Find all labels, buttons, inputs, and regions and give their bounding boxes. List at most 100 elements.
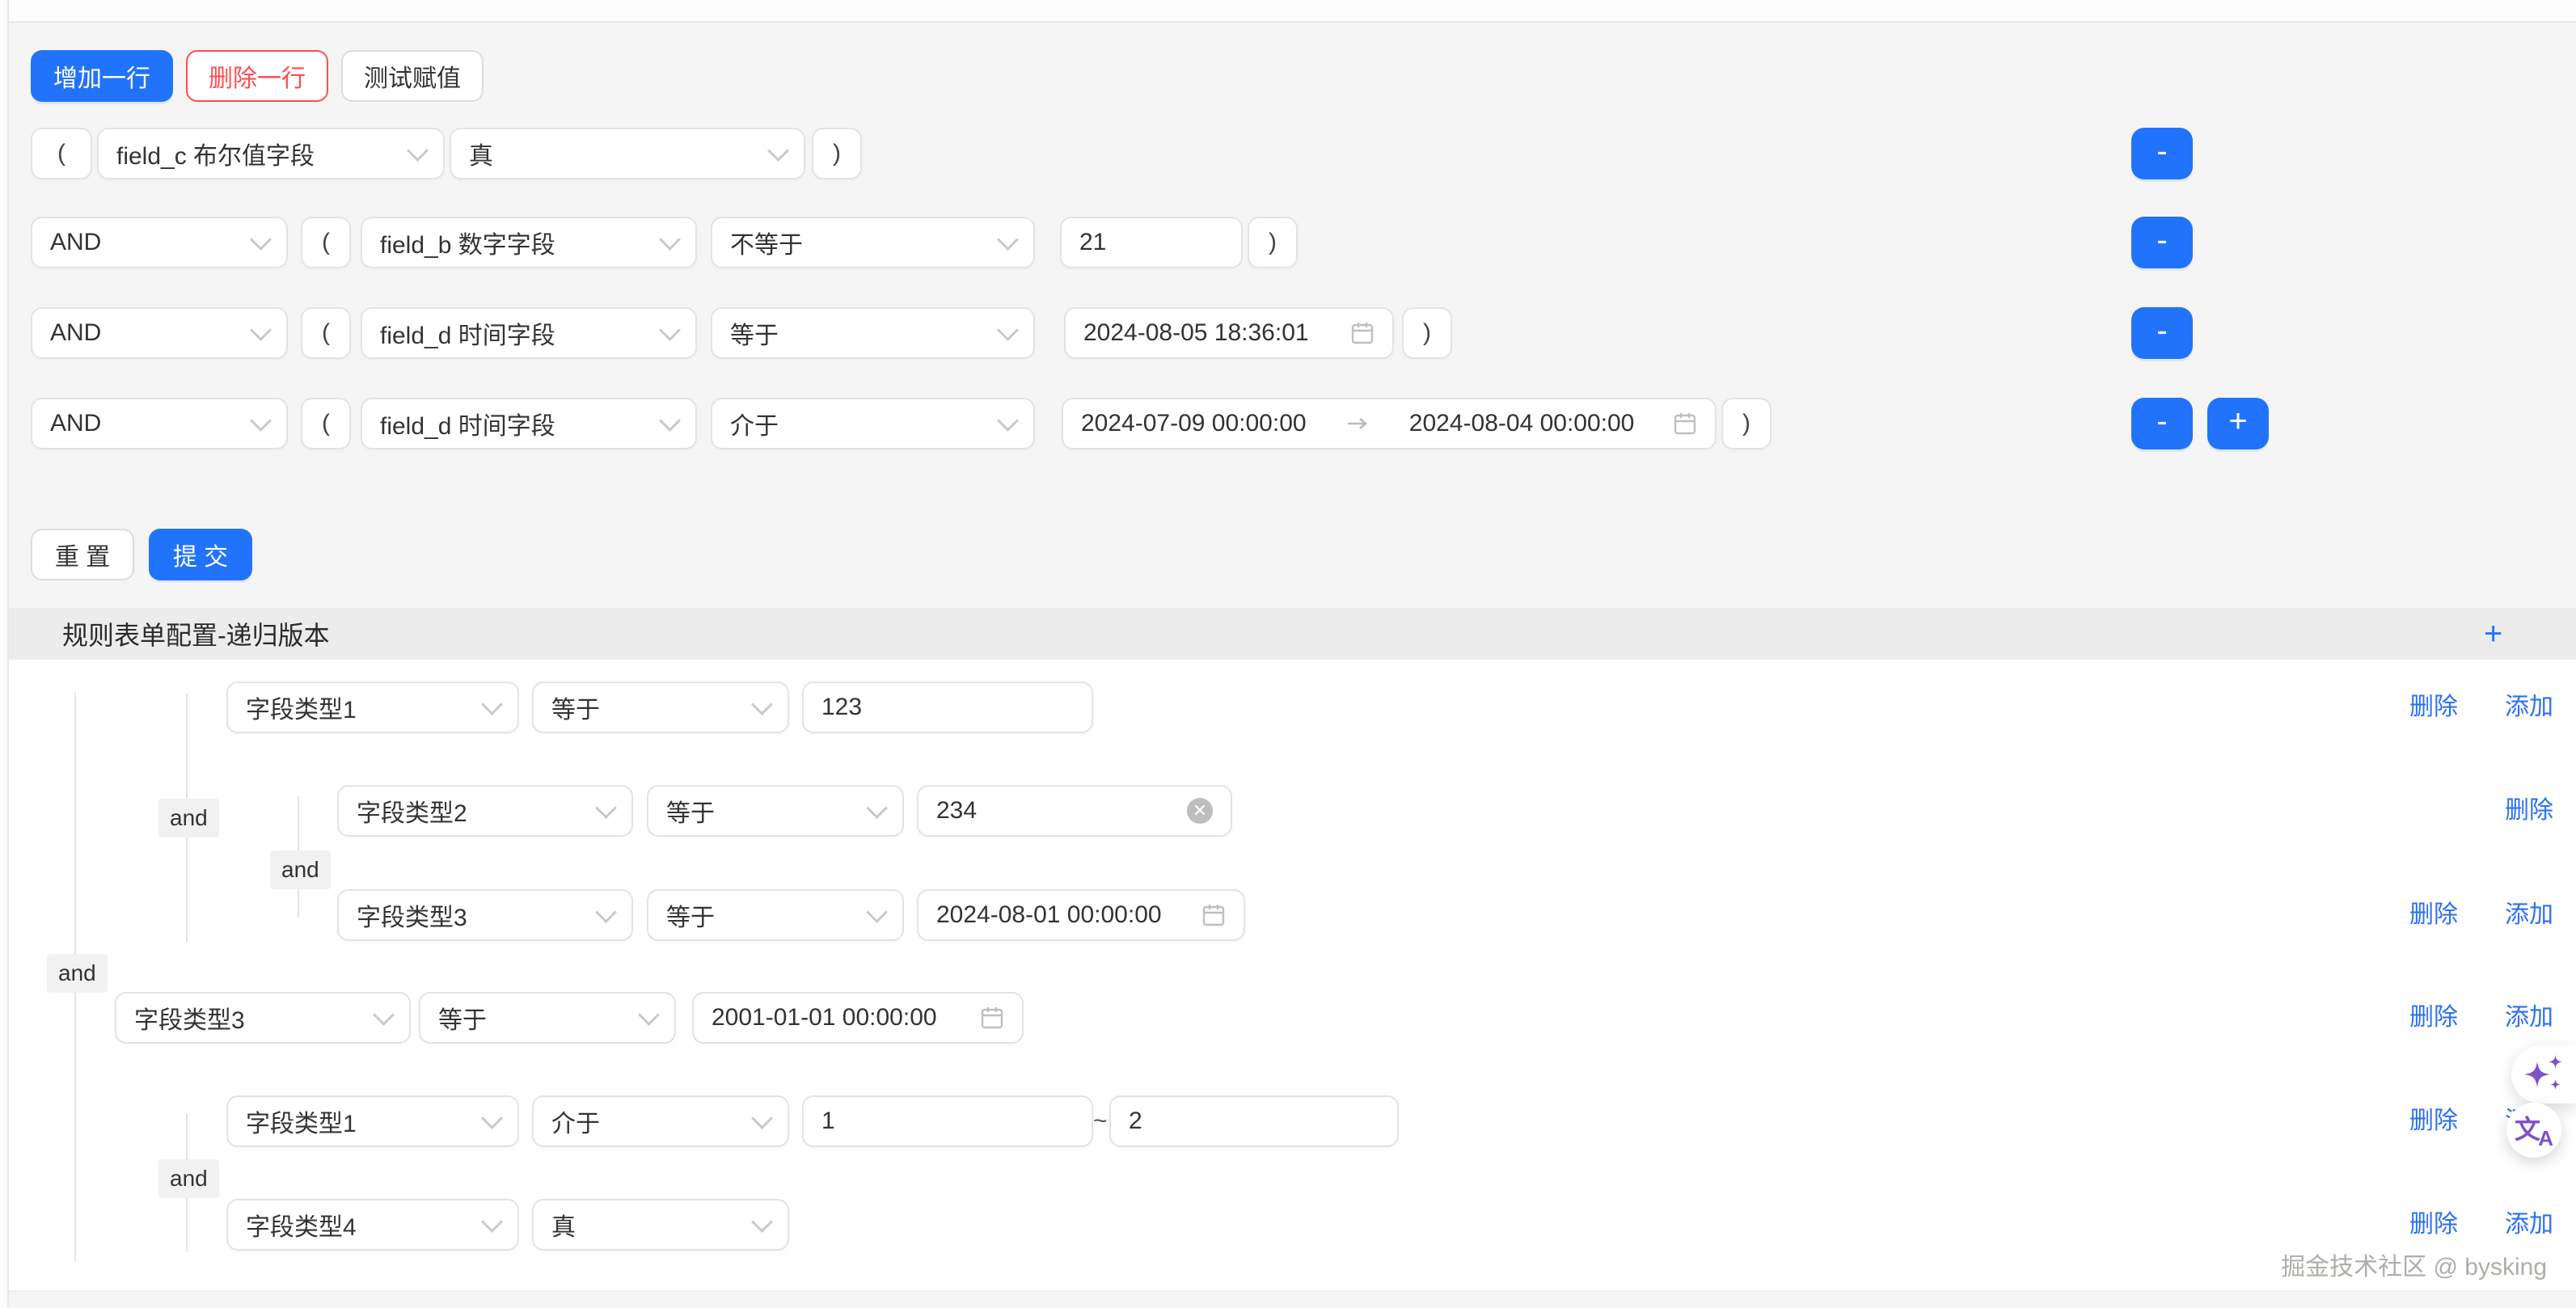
logic-select[interactable]: AND (31, 398, 288, 449)
tree-operator-select[interactable]: 等于 (647, 785, 904, 837)
tree-remove-link[interactable]: 删除 (2409, 889, 2458, 941)
translate-icon: 文 A (2515, 1112, 2553, 1148)
tree-field-select[interactable]: 字段类型1 (226, 1095, 519, 1147)
and-connector-label: and (47, 954, 108, 993)
datetime-picker[interactable]: 2024-08-05 18:36:01 (1064, 307, 1394, 359)
translate-button[interactable]: 文 A (2506, 1103, 2561, 1158)
close-paren-input[interactable]: ) (812, 128, 862, 179)
datetime-value: 2024-08-05 18:36:01 (1083, 319, 1309, 347)
tree-remove-link[interactable]: 删除 (2409, 992, 2458, 1044)
value-input[interactable]: 21 (1060, 217, 1243, 268)
field-select[interactable]: field_d 时间字段 (361, 307, 697, 359)
rule-tree-panel (9, 660, 2576, 1290)
arrow-right-icon (1345, 416, 1370, 432)
tree-value-input[interactable]: 123 (802, 681, 1093, 733)
chevron-down-icon (250, 319, 272, 341)
field-select[interactable]: field_b 数字字段 (361, 217, 697, 268)
tree-remove-link[interactable]: 删除 (2409, 1095, 2458, 1147)
tree-operator-select[interactable]: 等于 (419, 992, 676, 1044)
tree-value-select[interactable]: 真 (532, 1199, 789, 1251)
tree-operator-value: 介于 (551, 1103, 600, 1139)
and-connector-label: and (158, 1159, 219, 1198)
tree-datetime-picker[interactable]: 2024-08-01 00:00:00 (917, 889, 1245, 941)
tree-operator-value: 等于 (666, 897, 715, 933)
clear-icon[interactable]: ✕ (1187, 798, 1213, 824)
open-paren-input[interactable]: ( (301, 307, 351, 359)
tree-add-link[interactable]: 添加 (2505, 992, 2553, 1044)
chevron-down-icon (659, 319, 681, 341)
field-select-value: field_d 时间字段 (380, 315, 555, 351)
section-title: 规则表单配置-递归版本 (62, 615, 330, 652)
remove-expr-row-button[interactable]: - (2131, 398, 2193, 449)
tree-range-end-input[interactable]: 2 (1109, 1095, 1399, 1147)
tree-range-start-input[interactable]: 1 (802, 1095, 1093, 1147)
watermark: 掘金技术社区 @ bysking (2281, 1247, 2547, 1282)
tree-add-link[interactable]: 添加 (2505, 889, 2553, 941)
operator-select[interactable]: 等于 (711, 307, 1035, 359)
chevron-down-icon (595, 797, 617, 819)
section-add-button[interactable]: + (2484, 608, 2502, 660)
tree-datetime-value: 2001-01-01 00:00:00 (712, 1004, 937, 1032)
tree-operator-select[interactable]: 介于 (532, 1095, 789, 1147)
tree-add-link[interactable]: 添加 (2505, 1199, 2553, 1251)
remove-expr-row-button[interactable]: - (2131, 217, 2193, 268)
close-paren-input[interactable]: ) (1248, 217, 1298, 268)
close-paren-input[interactable]: ) (1402, 307, 1452, 359)
add-row-button[interactable]: 增加一行 (31, 50, 173, 102)
tree-add-link[interactable]: 添加 (2505, 681, 2553, 733)
tree-field-select[interactable]: 字段类型2 (337, 785, 633, 837)
chevron-down-icon (250, 229, 272, 251)
chevron-down-icon (997, 410, 1019, 432)
bottom-strip (9, 1290, 2576, 1308)
operator-select[interactable]: 不等于 (711, 217, 1035, 268)
field-select[interactable]: field_c 布尔值字段 (97, 128, 445, 179)
tree-remove-link[interactable]: 删除 (2409, 1199, 2458, 1251)
chevron-down-icon (866, 797, 888, 819)
open-paren-input[interactable]: ( (31, 128, 92, 179)
tree-datetime-picker[interactable]: 2001-01-01 00:00:00 (692, 992, 1024, 1044)
test-assign-button[interactable]: 测试赋值 (341, 50, 484, 102)
logic-select-value: AND (50, 229, 101, 256)
open-paren-input[interactable]: ( (301, 398, 351, 449)
chevron-down-icon (659, 410, 681, 432)
remove-expr-row-button[interactable]: - (2131, 128, 2193, 179)
open-paren-input[interactable]: ( (301, 217, 351, 268)
reset-button[interactable]: 重 置 (31, 529, 134, 580)
tree-remove-link[interactable]: 删除 (2409, 681, 2458, 733)
datetime-range-picker[interactable]: 2024-07-09 00:00:00 2024-08-04 00:00:00 (1062, 398, 1717, 449)
submit-button[interactable]: 提 交 (149, 529, 252, 580)
calendar-icon (1673, 411, 1697, 436)
logic-select-value: AND (50, 319, 101, 347)
value-select[interactable]: 真 (450, 128, 805, 179)
close-paren-input[interactable]: ) (1721, 398, 1772, 449)
tree-field-select[interactable]: 字段类型4 (226, 1199, 519, 1251)
tree-field-value: 字段类型1 (246, 690, 357, 725)
range-end-value: 2024-08-04 00:00:00 (1409, 410, 1635, 437)
tree-field-select[interactable]: 字段类型3 (337, 889, 633, 941)
chevron-down-icon (250, 410, 272, 432)
remove-expr-row-button[interactable]: - (2131, 307, 2193, 359)
tree-value-input[interactable]: 234 ✕ (917, 785, 1232, 837)
add-expr-row-button[interactable]: + (2207, 398, 2269, 449)
tree-operator-select[interactable]: 等于 (647, 889, 904, 941)
operator-select-value: 介于 (730, 406, 779, 441)
top-strip (0, 0, 2576, 21)
tree-field-select[interactable]: 字段类型3 (115, 992, 411, 1044)
left-rail (0, 0, 9, 1308)
logic-select[interactable]: AND (31, 217, 288, 268)
tree-operator-value: 等于 (551, 690, 600, 725)
tree-remove-link[interactable]: 删除 (2505, 785, 2553, 837)
ai-assistant-button[interactable] (2511, 1045, 2576, 1103)
chevron-down-icon (659, 229, 681, 251)
logic-select-value: AND (50, 410, 101, 437)
logic-select[interactable]: AND (31, 307, 288, 359)
chevron-down-icon (751, 1211, 773, 1233)
operator-select[interactable]: 介于 (711, 398, 1035, 449)
tree-field-value: 字段类型4 (246, 1207, 357, 1243)
tree-operator-select[interactable]: 等于 (532, 681, 789, 733)
delete-row-button[interactable]: 删除一行 (186, 50, 328, 102)
tree-field-select[interactable]: 字段类型1 (226, 681, 519, 733)
chevron-down-icon (638, 1004, 660, 1026)
field-select[interactable]: field_d 时间字段 (361, 398, 697, 449)
tree-operator-value: 等于 (438, 1000, 487, 1036)
